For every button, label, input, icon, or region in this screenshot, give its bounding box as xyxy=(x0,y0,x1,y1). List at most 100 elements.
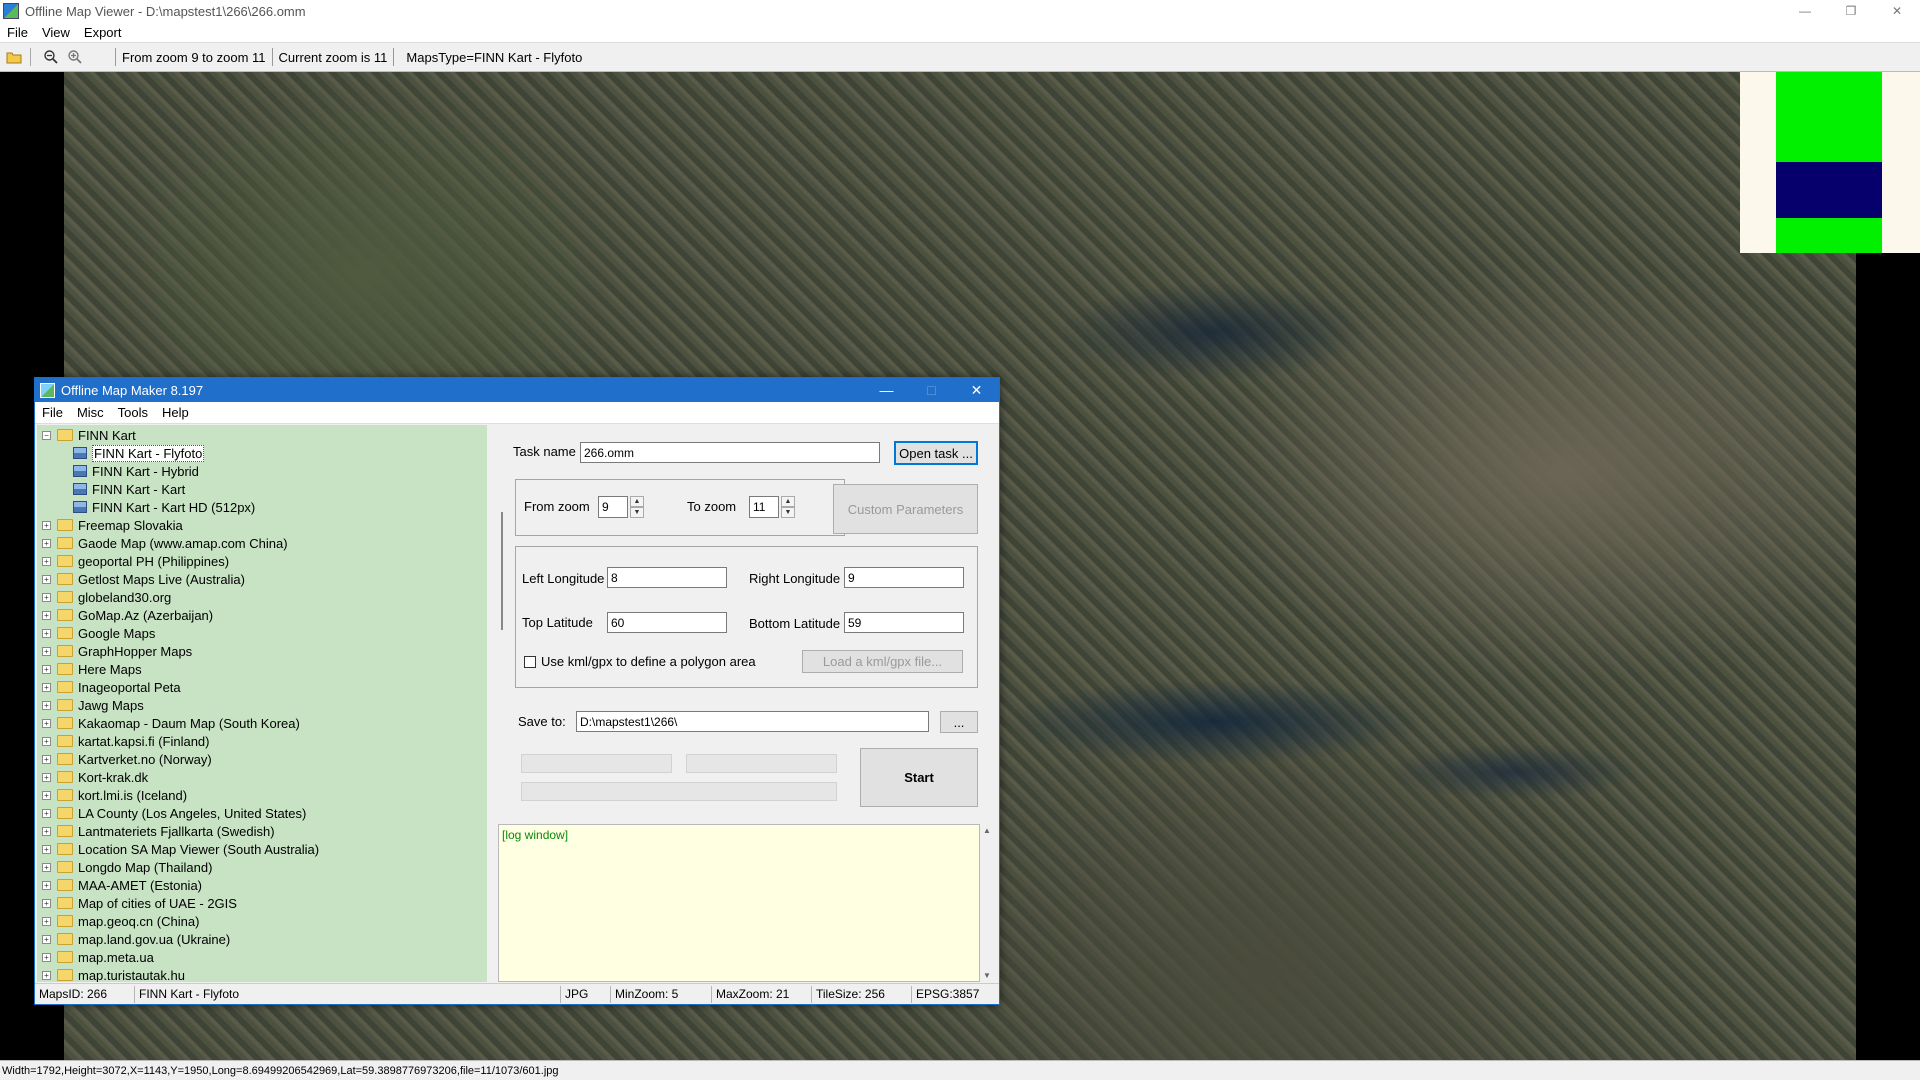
spin-down-icon[interactable]: ▼ xyxy=(630,507,644,518)
menu-misc[interactable]: Misc xyxy=(70,405,111,420)
menu-file[interactable]: File xyxy=(35,405,70,420)
tree-folder-item[interactable]: + Inageoportal Peta xyxy=(37,678,181,696)
tree-folder-item[interactable]: + map.geoq.cn (China) xyxy=(37,912,199,930)
expand-icon[interactable]: + xyxy=(42,754,51,764)
menu-view[interactable]: View xyxy=(35,25,77,40)
save-to-input[interactable]: D:\mapstest1\266\ xyxy=(576,711,929,732)
start-button[interactable]: Start xyxy=(860,748,978,807)
top-latitude-input[interactable]: 60 xyxy=(607,612,727,633)
tree-folder-item[interactable]: + kartat.kapsi.fi (Finland) xyxy=(37,732,210,750)
tree-folder-item[interactable]: + map.land.gov.ua (Ukraine) xyxy=(37,930,230,948)
minimize-icon[interactable]: — xyxy=(1782,0,1828,22)
from-zoom-input[interactable]: 9 xyxy=(598,496,628,518)
tree-folder-item[interactable]: + map.turistautak.hu xyxy=(37,966,185,982)
tree-folder-item[interactable]: + Jawg Maps xyxy=(37,696,144,714)
expand-icon[interactable]: + xyxy=(42,628,51,638)
tree-folder-item[interactable]: + Gaode Map (www.amap.com China) xyxy=(37,534,288,552)
load-kml-button[interactable]: Load a kml/gpx file... xyxy=(802,650,963,673)
task-name-input[interactable]: 266.omm xyxy=(580,442,880,463)
expand-icon[interactable]: + xyxy=(42,826,51,836)
expand-icon[interactable]: + xyxy=(42,574,51,584)
tree-folder-item[interactable]: + Google Maps xyxy=(37,624,155,642)
expand-icon[interactable]: + xyxy=(42,718,51,728)
spin-up-icon[interactable]: ▲ xyxy=(630,496,644,507)
spin-up-icon[interactable]: ▲ xyxy=(781,496,795,507)
map-source-tree[interactable]: − FINN Kart FINN Kart - Flyfoto FINN Kar… xyxy=(37,425,487,982)
tree-folder-item[interactable]: + GoMap.Az (Azerbaijan) xyxy=(37,606,213,624)
log-scrollbar[interactable]: ▲ ▼ xyxy=(980,824,997,982)
close-icon[interactable]: ✕ xyxy=(954,378,999,402)
left-longitude-input[interactable]: 8 xyxy=(607,567,727,588)
tree-folder-item[interactable]: + Location SA Map Viewer (South Australia… xyxy=(37,840,319,858)
tree-folder-item[interactable]: + Freemap Slovakia xyxy=(37,516,183,534)
spin-down-icon[interactable]: ▼ xyxy=(781,507,795,518)
restore-icon[interactable]: ❐ xyxy=(1828,0,1874,22)
menu-file[interactable]: File xyxy=(0,25,35,40)
expand-icon[interactable]: + xyxy=(42,520,51,530)
tree-folder-item[interactable]: + geoportal PH (Philippines) xyxy=(37,552,229,570)
tree-folder-item[interactable]: + Longdo Map (Thailand) xyxy=(37,858,212,876)
tree-folder-item[interactable]: + Map of cities of UAE - 2GIS xyxy=(37,894,237,912)
tree-folder-item[interactable]: + Kartverket.no (Norway) xyxy=(37,750,212,768)
expand-icon[interactable]: + xyxy=(42,700,51,710)
tree-folder-item[interactable]: + MAA-AMET (Estonia) xyxy=(37,876,202,894)
tree-folder-item[interactable]: + map.meta.ua xyxy=(37,948,154,966)
expand-icon[interactable]: + xyxy=(42,844,51,854)
tree-folder-item[interactable]: + GraphHopper Maps xyxy=(37,642,192,660)
expand-icon[interactable]: + xyxy=(42,934,51,944)
tree-root-folder[interactable]: − FINN Kart xyxy=(37,426,136,444)
scroll-up-icon[interactable]: ▲ xyxy=(983,826,991,835)
scrollbar-thumb[interactable] xyxy=(501,512,503,630)
kml-polygon-checkbox[interactable] xyxy=(524,656,536,668)
zoom-in-icon[interactable] xyxy=(65,47,85,67)
collapse-icon[interactable]: − xyxy=(42,430,51,440)
expand-icon[interactable]: + xyxy=(42,538,51,548)
expand-icon[interactable]: + xyxy=(42,736,51,746)
tree-map-item[interactable]: FINN Kart - Hybrid xyxy=(37,462,199,480)
open-task-button[interactable]: Open task ... xyxy=(894,441,978,465)
expand-icon[interactable]: + xyxy=(42,790,51,800)
tree-folder-item[interactable]: + Here Maps xyxy=(37,660,142,678)
expand-icon[interactable]: + xyxy=(42,772,51,782)
expand-icon[interactable]: + xyxy=(42,592,51,602)
to-zoom-spinner[interactable]: ▲ ▼ xyxy=(781,496,795,518)
menu-tools[interactable]: Tools xyxy=(111,405,155,420)
tree-folder-item[interactable]: + Kort-krak.dk xyxy=(37,768,148,786)
expand-icon[interactable]: + xyxy=(42,664,51,674)
tree-folder-item[interactable]: + Getlost Maps Live (Australia) xyxy=(37,570,245,588)
tree-map-item[interactable]: FINN Kart - Kart xyxy=(37,480,185,498)
expand-icon[interactable]: + xyxy=(42,556,51,566)
tree-folder-item[interactable]: + LA County (Los Angeles, United States) xyxy=(37,804,306,822)
zoom-out-icon[interactable] xyxy=(41,47,61,67)
expand-icon[interactable]: + xyxy=(42,682,51,692)
browse-button[interactable]: ... xyxy=(940,711,978,733)
tree-map-item[interactable]: FINN Kart - Kart HD (512px) xyxy=(37,498,255,516)
expand-icon[interactable]: + xyxy=(42,862,51,872)
dialog-titlebar[interactable]: Offline Map Maker 8.197 — □ ✕ xyxy=(35,378,999,402)
custom-parameters-button[interactable]: Custom Parameters xyxy=(833,484,978,534)
from-zoom-spinner[interactable]: ▲ ▼ xyxy=(630,496,644,518)
tree-map-item[interactable]: FINN Kart - Flyfoto xyxy=(37,444,205,462)
expand-icon[interactable]: + xyxy=(42,916,51,926)
menu-export[interactable]: Export xyxy=(77,25,129,40)
expand-icon[interactable]: + xyxy=(42,646,51,656)
right-longitude-input[interactable]: 9 xyxy=(844,567,964,588)
minimize-icon[interactable]: — xyxy=(864,378,909,402)
close-icon[interactable]: ✕ xyxy=(1874,0,1920,22)
expand-icon[interactable]: + xyxy=(42,970,51,980)
tree-folder-item[interactable]: + kort.lmi.is (Iceland) xyxy=(37,786,187,804)
bottom-latitude-input[interactable]: 59 xyxy=(844,612,964,633)
to-zoom-input[interactable]: 11 xyxy=(749,496,779,518)
log-window[interactable]: [log window] xyxy=(498,824,980,982)
expand-icon[interactable]: + xyxy=(42,808,51,818)
minimap[interactable] xyxy=(1740,72,1920,253)
expand-icon[interactable]: + xyxy=(42,952,51,962)
scroll-down-icon[interactable]: ▼ xyxy=(983,971,991,980)
expand-icon[interactable]: + xyxy=(42,610,51,620)
tree-folder-item[interactable]: + Lantmateriets Fjallkarta (Swedish) xyxy=(37,822,275,840)
expand-icon[interactable]: + xyxy=(42,880,51,890)
open-folder-icon[interactable] xyxy=(4,47,24,67)
tree-folder-item[interactable]: + globeland30.org xyxy=(37,588,171,606)
menu-help[interactable]: Help xyxy=(155,405,196,420)
tree-folder-item[interactable]: + Kakaomap - Daum Map (South Korea) xyxy=(37,714,300,732)
